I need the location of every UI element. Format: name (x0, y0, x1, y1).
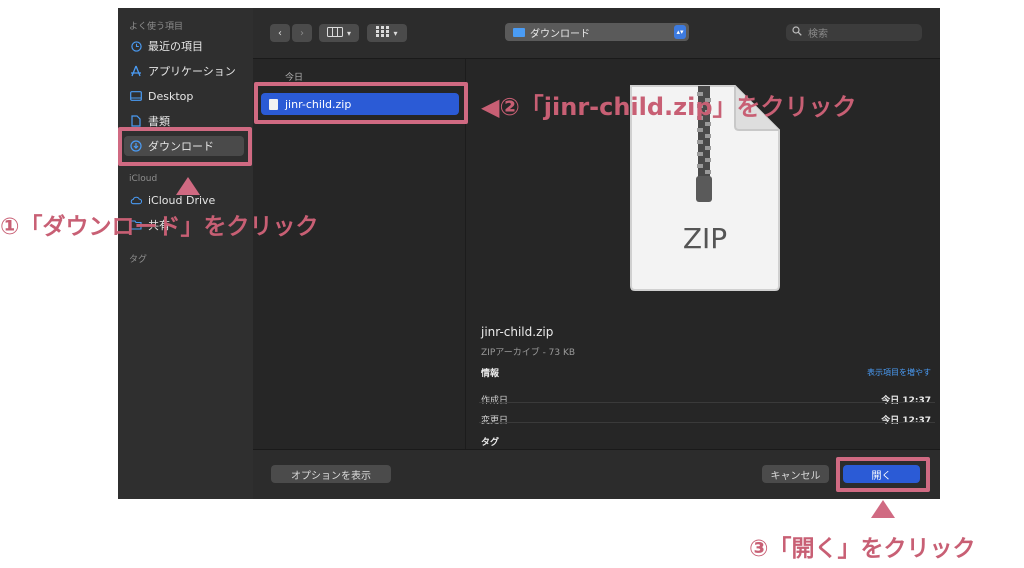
sidebar-item-label: Desktop (148, 89, 194, 103)
annotation-step1: ①「ダウンロード」をクリック (0, 214, 319, 240)
location-label: ダウンロード (530, 28, 590, 40)
annotation-step2: ◀②「jinr-child.zip」をクリック (481, 93, 857, 121)
highlight-downloads (118, 127, 252, 166)
search-placeholder: 検索 (808, 29, 828, 40)
search-field[interactable]: 検索 (786, 24, 922, 41)
arrow-up-marker (871, 500, 895, 518)
favorites-header: よく使う項目 (129, 22, 184, 32)
highlight-open-button (836, 457, 930, 492)
sidebar-item-label: 最近の項目 (148, 40, 203, 53)
forward-button[interactable]: › (292, 24, 312, 42)
chevron-left-icon: ‹ (278, 27, 282, 39)
show-options-button[interactable]: オプションを表示 (271, 465, 391, 483)
cancel-button[interactable]: キャンセル (762, 465, 829, 483)
zip-icon-label: ZIP (682, 222, 728, 255)
chevron-down-icon: ▾ (393, 28, 398, 38)
document-icon (130, 115, 142, 127)
sidebar-item-label: iCloud Drive (148, 193, 216, 207)
folder-icon (513, 27, 525, 37)
preview-tags-header: タグ (481, 438, 500, 448)
applications-icon (130, 65, 142, 77)
sidebar-item-desktop[interactable]: Desktop (124, 86, 244, 106)
created-label: 作成日 (481, 396, 509, 406)
back-button[interactable]: ‹ (270, 24, 290, 42)
created-value: 今日 12:37 (881, 396, 931, 406)
desktop-icon (130, 90, 142, 102)
sidebar-item-applications[interactable]: アプリケーション (124, 61, 244, 81)
show-more-link[interactable]: 表示項目を増やす (867, 367, 931, 378)
icloud-header: iCloud (129, 174, 158, 184)
sidebar: よく使う項目 最近の項目 アプリケーション Desktop 書類 ダウンロード … (118, 8, 253, 499)
info-divider (479, 402, 935, 403)
sidebar-item-recents[interactable]: 最近の項目 (124, 36, 244, 56)
arrow-up-marker (176, 177, 200, 195)
info-header: 情報 (481, 369, 500, 379)
cloud-icon (130, 194, 142, 206)
info-divider (479, 422, 935, 423)
updown-chevron-icon: ▴▾ (674, 25, 686, 39)
group-mode-button[interactable]: ▾ (367, 24, 407, 42)
preview-filename: jinr-child.zip (481, 325, 554, 339)
clock-icon (130, 40, 142, 52)
file-open-dialog: よく使う項目 最近の項目 アプリケーション Desktop 書類 ダウンロード … (118, 8, 940, 499)
modified-label: 変更日 (481, 416, 509, 426)
columns-view-icon (326, 26, 343, 40)
chevron-right-icon: › (300, 27, 304, 39)
toolbar: ‹ › ▾ ▾ ダウンロード ▴▾ 検索 (253, 8, 940, 59)
preview-kind-size: ZIPアーカイブ - 73 KB (481, 348, 576, 358)
modified-value: 今日 12:37 (881, 416, 931, 426)
highlight-file (254, 82, 468, 124)
sidebar-item-label: アプリケーション (148, 65, 236, 78)
annotation-step3: ③「開く」をクリック (749, 536, 976, 562)
search-icon (792, 26, 802, 39)
location-popup[interactable]: ダウンロード ▴▾ (505, 23, 689, 41)
chevron-down-icon: ▾ (346, 28, 351, 38)
view-mode-button[interactable]: ▾ (319, 24, 359, 42)
grid-icon (376, 26, 390, 40)
tags-header: タグ (129, 255, 148, 265)
